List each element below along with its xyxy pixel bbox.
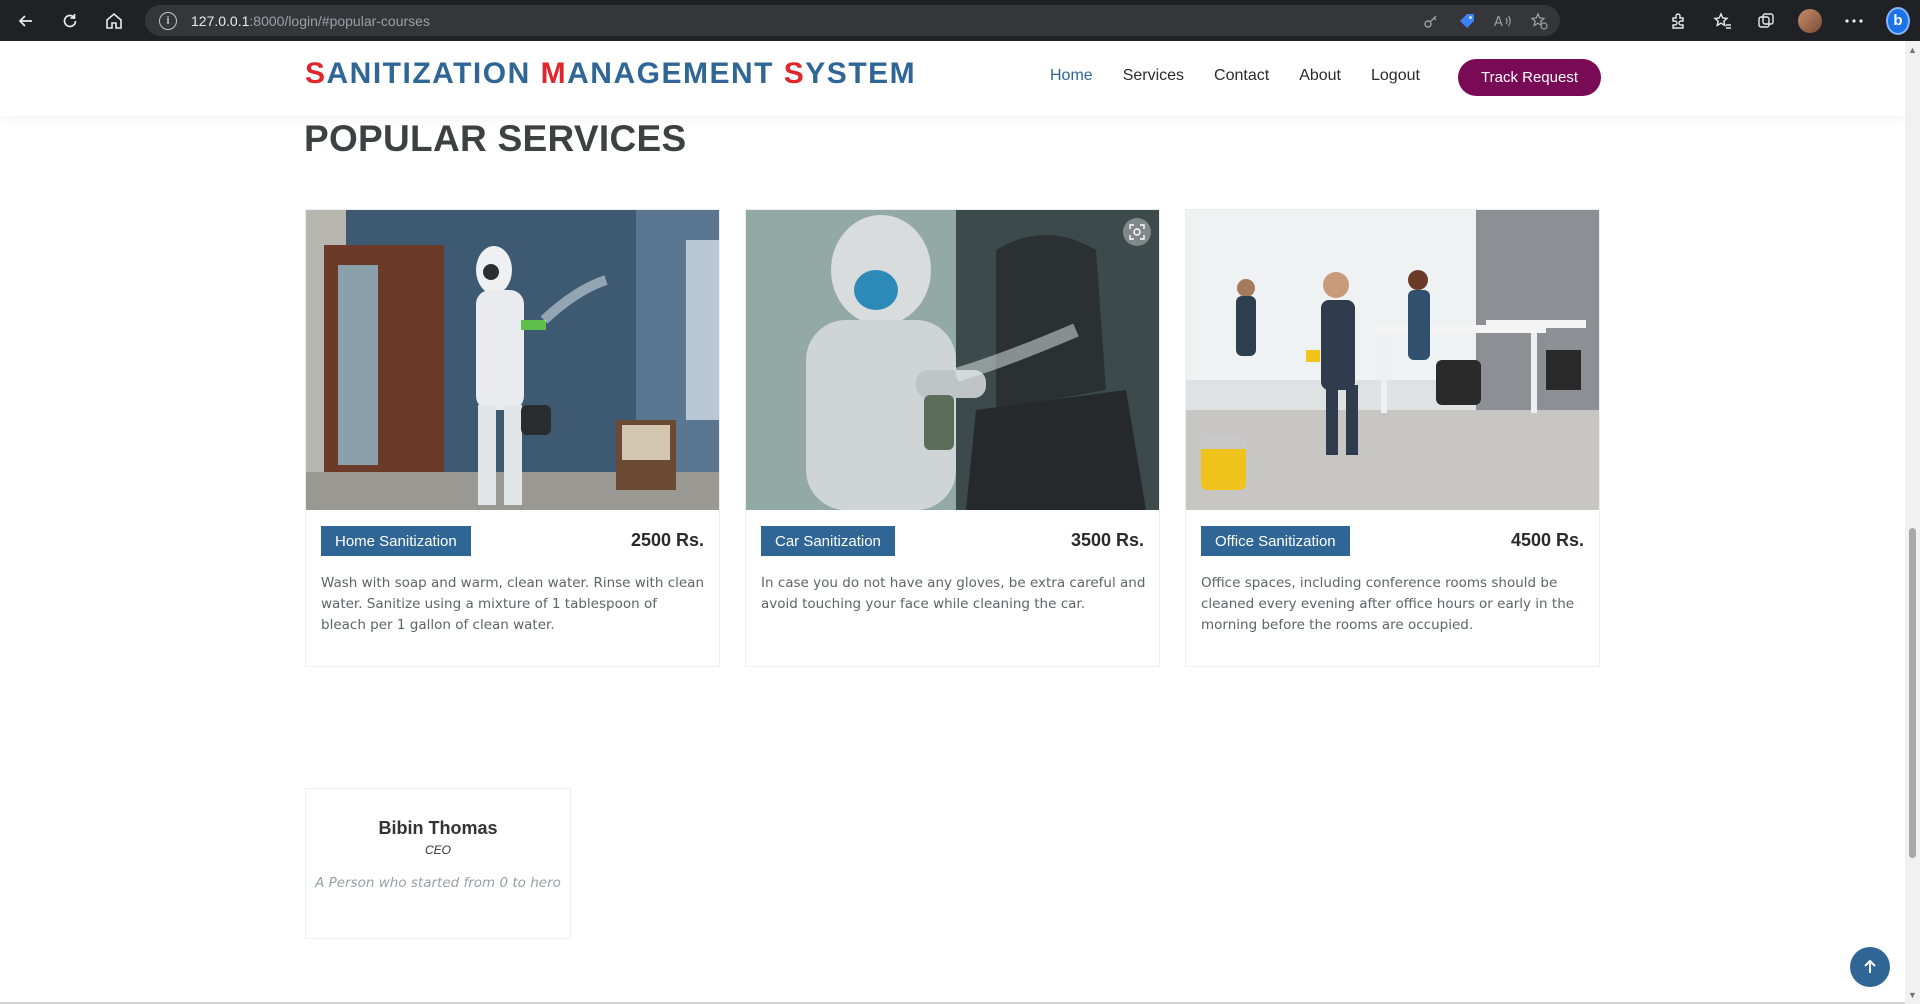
read-aloud-icon[interactable]: A — [1494, 12, 1512, 30]
team-member-name: Bibin Thomas — [378, 818, 498, 838]
section-title: POPULAR SERVICES — [304, 118, 687, 159]
visual-search-icon[interactable] — [1123, 218, 1151, 246]
site-logo[interactable]: SANITIZATION MANAGEMENT SYSTEM — [305, 57, 916, 91]
nav-about[interactable]: About — [1299, 67, 1341, 85]
scroll-up-arrow-icon[interactable]: ▲ — [1908, 45, 1917, 55]
service-tag[interactable]: Car Sanitization — [761, 526, 895, 556]
track-request-button[interactable]: Track Request — [1458, 59, 1601, 96]
profile-avatar[interactable] — [1798, 8, 1822, 33]
service-card-office[interactable]: Office Sanitization 4500 Rs. Office spac… — [1185, 209, 1600, 667]
service-price: 3500 Rs. — [1070, 530, 1144, 550]
more-options-icon[interactable] — [1842, 9, 1866, 33]
logo-word-2: ANAGEMENT — [567, 57, 784, 90]
extensions-icon[interactable] — [1666, 9, 1690, 33]
address-bar[interactable]: i 127.0.0.1:8000/login/#popular-courses … — [145, 5, 1560, 36]
arrow-up-icon — [1864, 959, 1876, 973]
logo-word-1: ANITIZATION — [326, 57, 541, 90]
site-info-icon[interactable]: i — [159, 11, 177, 30]
service-tag[interactable]: Office Sanitization — [1201, 526, 1350, 556]
main-nav: Home Services Contact About Logout — [1050, 67, 1450, 85]
car-sanitization-image — [746, 210, 1159, 510]
home-icon[interactable] — [96, 3, 132, 39]
collections-icon[interactable] — [1754, 9, 1778, 33]
nav-logout[interactable]: Logout — [1371, 67, 1420, 85]
team-member-quote: A Person who started from 0 to hero — [315, 875, 561, 891]
add-favorite-icon[interactable] — [1530, 11, 1548, 30]
service-description: Office spaces, including conference room… — [1201, 575, 1575, 633]
service-price: 4500 Rs. — [1510, 530, 1584, 550]
service-tag[interactable]: Home Sanitization — [321, 526, 471, 556]
logo-initial-2: M — [540, 57, 568, 90]
back-icon[interactable] — [8, 3, 44, 39]
logo-initial-1: S — [305, 57, 327, 90]
service-card-car[interactable]: Car Sanitization 3500 Rs. In case you do… — [745, 209, 1160, 667]
coupon-tag-icon[interactable] — [1458, 12, 1476, 30]
home-sanitization-image — [306, 210, 719, 510]
svg-text:A: A — [1494, 15, 1503, 29]
url-text[interactable]: 127.0.0.1:8000/login/#popular-courses — [191, 13, 430, 29]
service-price: 2500 Rs. — [630, 530, 704, 550]
favorites-icon[interactable] — [1710, 9, 1734, 33]
logo-initial-3: S — [783, 57, 806, 90]
service-description: Wash with soap and warm, clean water. Ri… — [321, 575, 705, 633]
page-viewport: SANITIZATION MANAGEMENT SYSTEM Home Serv… — [0, 41, 1905, 1004]
nav-home[interactable]: Home — [1050, 67, 1093, 85]
service-description: In case you do not have any gloves, be e… — [761, 575, 1146, 612]
team-member-card: Bibin Thomas CEO A Person who started fr… — [305, 788, 571, 939]
nav-contact[interactable]: Contact — [1214, 67, 1269, 85]
team-member-role: CEO — [424, 843, 451, 857]
browser-toolbar: i 127.0.0.1:8000/login/#popular-courses … — [0, 0, 1920, 41]
page-scrollbar[interactable]: ▲ ▼ — [1905, 41, 1920, 1004]
bing-copilot-icon[interactable]: b — [1886, 6, 1910, 35]
office-sanitization-image — [1186, 210, 1599, 510]
scrollbar-thumb[interactable] — [1909, 528, 1916, 858]
url-host: 127.0.0.1 — [191, 12, 250, 29]
service-card-home[interactable]: Home Sanitization 2500 Rs. Wash with soa… — [305, 209, 720, 667]
refresh-icon[interactable] — [52, 3, 88, 39]
scroll-down-arrow-icon[interactable]: ▼ — [1908, 990, 1917, 1000]
url-path: :8000/login/#popular-courses — [249, 12, 430, 29]
nav-services[interactable]: Services — [1123, 67, 1184, 85]
site-header: SANITIZATION MANAGEMENT SYSTEM Home Serv… — [0, 41, 1905, 116]
key-icon[interactable] — [1422, 12, 1440, 30]
back-to-top-button[interactable] — [1850, 947, 1890, 987]
logo-word-3: YSTEM — [805, 57, 917, 90]
